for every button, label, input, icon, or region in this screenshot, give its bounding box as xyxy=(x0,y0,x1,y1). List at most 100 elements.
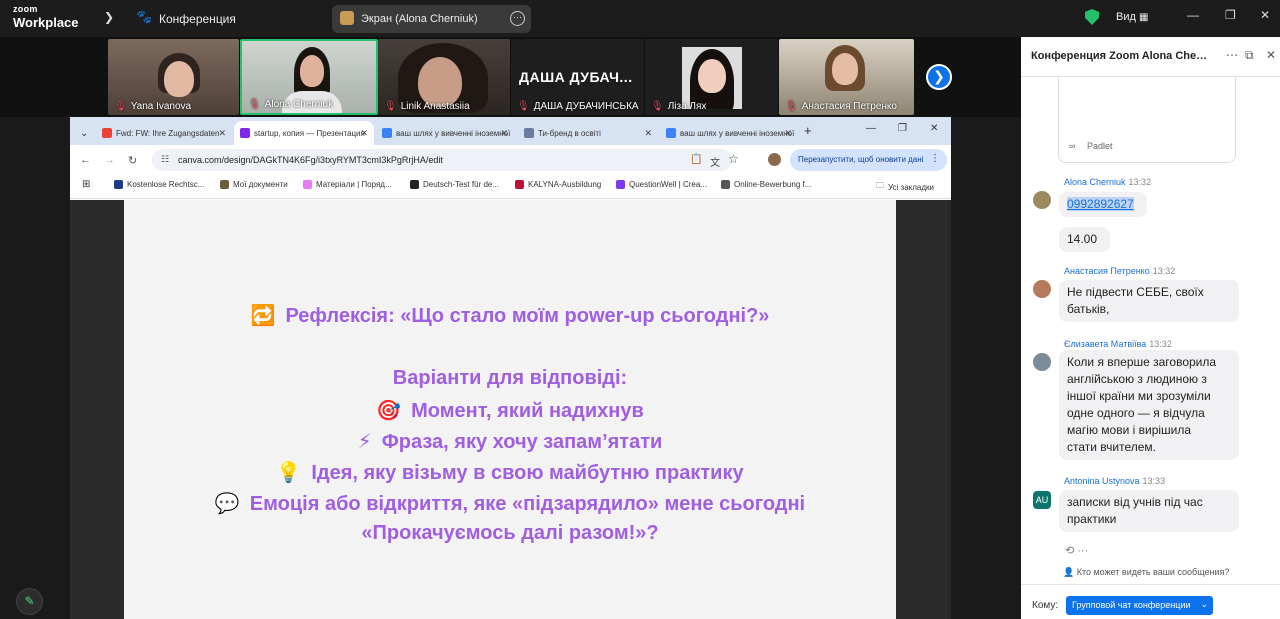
next-participants-button[interactable]: ❯ xyxy=(926,64,952,90)
bookmark-item[interactable]: Online-Bewerbung f... xyxy=(721,180,811,189)
chevron-right-icon[interactable]: ❯ xyxy=(104,10,114,24)
tab-label: startup, копия — Презентация xyxy=(254,128,365,138)
all-bookmarks[interactable]: 🗀 Усі закладки xyxy=(876,180,934,194)
avatar: AU xyxy=(1033,491,1051,509)
message-sender: Antonina Ustynova 13:33 xyxy=(1064,476,1165,486)
tab-close-icon[interactable]: ✕ xyxy=(360,128,368,139)
bookmark-favicon-icon xyxy=(303,180,312,189)
bookmark-favicon-icon xyxy=(616,180,625,189)
chat-header: Конференция Zoom Alona Cherniuk ⋯ ⧉ ✕ xyxy=(1021,37,1280,77)
browser-tab[interactable]: Fwd: FW: Ihre Zugangsdaten ✕ xyxy=(96,121,232,145)
participant-tile[interactable]: 🎙 Анастасия Петренко xyxy=(779,39,914,115)
slide-option-text: Емоція або відкриття, яке «підзарядило» … xyxy=(249,493,806,515)
tab-close-icon[interactable]: ✕ xyxy=(218,128,226,139)
recipient-dropdown[interactable]: Групповой чат конференции ⌄ xyxy=(1066,596,1213,615)
padlet-icon: ∞ xyxy=(1069,141,1076,151)
participant-name: Linik Anastasiia xyxy=(400,101,470,112)
browser-minimize-button[interactable]: — xyxy=(866,123,876,134)
more-options-icon[interactable]: ⋯ xyxy=(1226,48,1238,62)
restore-button[interactable]: ❐ xyxy=(1225,8,1236,22)
share-options-icon[interactable]: ··· xyxy=(510,11,525,26)
chat-close-icon[interactable]: ✕ xyxy=(1266,48,1276,62)
message-sender: Анастасия Петренко 13:32 xyxy=(1064,266,1175,276)
bookmark-item[interactable]: Deutsch-Test für de... xyxy=(410,180,499,189)
close-button[interactable]: ✕ xyxy=(1260,8,1270,22)
bookmark-item[interactable]: QuestionWell | Crea... xyxy=(616,180,707,189)
participant-profile-photo xyxy=(682,47,742,109)
participant-name-tag: 🎙 Alona Cherniuk xyxy=(248,99,333,110)
back-icon[interactable]: ← xyxy=(80,154,91,166)
bookmark-item[interactable]: Мої документи xyxy=(220,180,288,189)
tab-close-icon[interactable]: ✕ xyxy=(644,128,652,139)
browser-restore-button[interactable]: ❐ xyxy=(898,123,907,134)
translate-icon[interactable]: 文 xyxy=(710,154,720,169)
browser-tab-active[interactable]: startup, копия — Презентация ✕ xyxy=(234,121,374,145)
url-field[interactable]: ☷ canva.com/design/DAGkTN4K6Fg/i3txyRYMT… xyxy=(152,149,739,171)
message-bubble: Не підвести СЕБЕ, своїх батьків, xyxy=(1059,280,1239,322)
apps-grid-icon[interactable]: ⊞ xyxy=(82,179,90,190)
browser-tab[interactable]: Ти-бренд в освіті ✕ xyxy=(518,121,658,145)
reload-icon[interactable]: ↻ xyxy=(128,154,137,167)
recipient-value: Групповой чат конференции xyxy=(1072,600,1191,610)
tab-close-icon[interactable]: ✕ xyxy=(500,128,508,139)
participant-tile[interactable]: 🎙 Ліза Лях xyxy=(645,39,778,115)
chevron-down-icon: ⌄ xyxy=(1200,599,1208,609)
view-button[interactable]: Вид xyxy=(1116,11,1136,23)
participant-name: Alona Cherniuk xyxy=(264,99,334,110)
sender-name: Анастасия Петренко xyxy=(1064,266,1150,276)
popout-icon[interactable]: ⧉ xyxy=(1245,48,1254,63)
phone-link[interactable]: 0992892627 xyxy=(1067,197,1134,211)
participant-tile[interactable]: 🎙 Yana Ivanova xyxy=(108,39,239,115)
canva-icon xyxy=(666,128,676,138)
chat-footer: Кому: Групповой чат конференции ⌄ xyxy=(1021,584,1280,619)
new-tab-icon[interactable]: + xyxy=(804,123,812,138)
participant-tile[interactable]: ДАША ДУБАЧ... 🎙 ДАША ДУБАЧИНСЬКА xyxy=(511,39,644,115)
participant-name-tag: 🎙 Yana Ivanova xyxy=(114,101,191,112)
bookmark-label: Online-Bewerbung f... xyxy=(734,180,812,189)
who-can-see-label: Кто может видеть ваши сообщения? xyxy=(1076,567,1230,577)
profile-avatar[interactable] xyxy=(768,153,781,166)
menu-dots-icon[interactable]: ⋮ xyxy=(930,153,940,164)
padlet-link-preview[interactable]: ∞ Padlet xyxy=(1058,77,1236,163)
reaction-icons[interactable]: ⟲ ··· xyxy=(1065,544,1088,557)
message-bubble: 14.00 xyxy=(1059,227,1110,252)
canva-icon xyxy=(382,128,392,138)
participant-tile[interactable]: 🎙 Linik Anastasiia xyxy=(378,39,510,115)
avatar xyxy=(1033,280,1051,298)
mic-muted-icon: 🎙 xyxy=(248,99,261,110)
folder-icon: 🗀 xyxy=(876,181,884,190)
browser-tab[interactable]: ваш шлях у вивченні іноземної ✕ xyxy=(660,121,798,145)
participant-tile-active[interactable]: 🎙 Alona Cherniuk xyxy=(240,39,378,115)
tab-close-icon[interactable]: ✕ xyxy=(784,128,792,139)
bookmark-item[interactable]: Матеріали | Поряд... xyxy=(303,180,392,189)
browser-tab[interactable]: ваш шлях у вивченні іноземної ✕ xyxy=(376,121,514,145)
screen-share-title: Экран (Alona Cherniuk) xyxy=(361,13,478,25)
minimize-button[interactable]: — xyxy=(1187,8,1199,22)
forward-icon[interactable]: → xyxy=(104,154,115,166)
meeting-label[interactable]: Конференция xyxy=(159,12,236,26)
bookmark-item[interactable]: KALYNA-Ausbildung xyxy=(515,180,601,189)
relaunch-label: Перезапустити, щоб оновити дані xyxy=(798,155,924,164)
site-info-icon[interactable]: ☷ xyxy=(161,154,169,165)
bookmark-label: Мої документи xyxy=(233,180,288,189)
mic-muted-icon: 🎙 xyxy=(651,101,664,112)
browser-address-bar: ← → ↻ ☷ canva.com/design/DAGkTN4K6Fg/i3t… xyxy=(70,145,951,175)
browser-close-button[interactable]: ✕ xyxy=(930,123,938,134)
message-line: практики xyxy=(1067,512,1117,526)
paw-icon[interactable]: 🐾 xyxy=(136,9,152,25)
security-shield-icon[interactable] xyxy=(1085,9,1099,25)
who-can-see-link[interactable]: 👤 Кто может видеть ваши сообщения? xyxy=(1063,567,1229,578)
relaunch-button[interactable]: Перезапустити, щоб оновити дані ⋮ xyxy=(790,149,947,171)
screen-share-indicator[interactable]: Экран (Alona Cherniuk) ··· xyxy=(332,5,531,33)
clipboard-icon[interactable]: 📋 xyxy=(690,154,702,165)
tab-search-icon[interactable]: ⌄ xyxy=(74,121,92,145)
mic-muted-icon: 🎙 xyxy=(785,101,798,112)
bookmark-star-icon[interactable]: ☆ xyxy=(728,152,739,166)
bookmark-item[interactable]: Kostenlose Rechtsc... xyxy=(114,180,204,189)
slide-option: 🎯 Момент, який надихнув xyxy=(124,398,896,423)
lightning-icon: ⚡ xyxy=(357,431,372,453)
bookmark-label: Deutsch-Test für de... xyxy=(423,180,500,189)
view-grid-icon[interactable]: ▦ xyxy=(1139,12,1148,23)
annotate-pencil-icon[interactable]: ✎ xyxy=(16,588,43,615)
message-sender: Alona Cherniuk 13:32 xyxy=(1064,177,1151,187)
